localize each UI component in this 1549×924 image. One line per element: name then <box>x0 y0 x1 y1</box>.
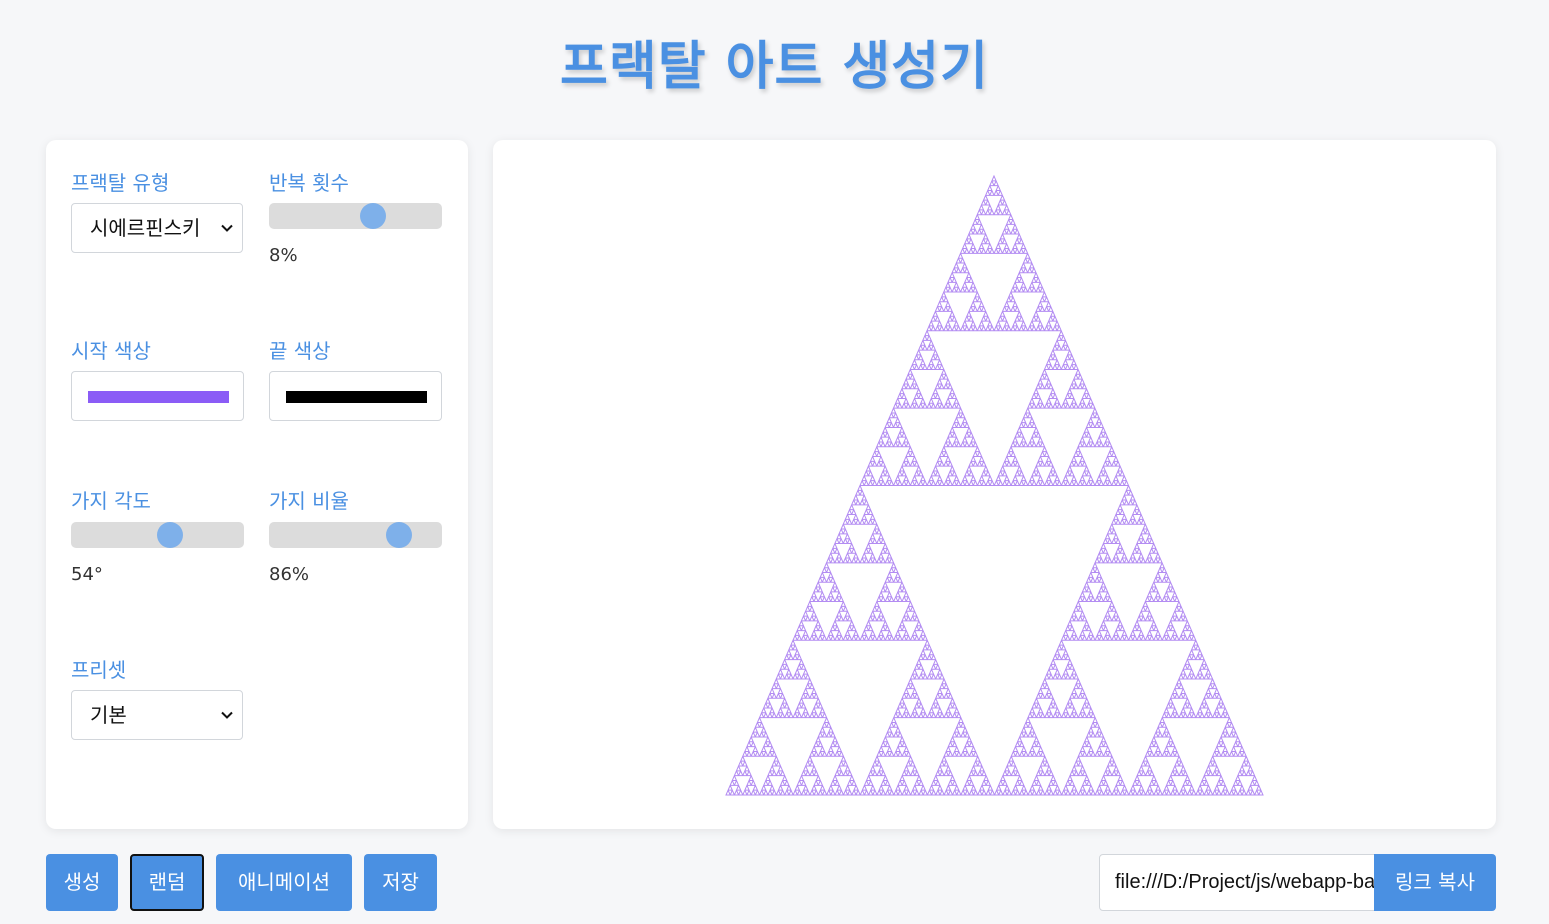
fractal-type-label: 프랙탈 유형 <box>71 171 170 195</box>
end-color-picker[interactable] <box>269 371 442 421</box>
iterations-slider-thumb[interactable] <box>359 203 386 229</box>
animation-button[interactable]: 애니메이션 <box>216 854 352 911</box>
preset-select[interactable]: 기본 <box>71 690 243 740</box>
random-button[interactable]: 랜덤 <box>130 854 204 911</box>
control-panel: 프랙탈 유형 시에르핀스키 반복 횟수 8% 시작 색상 끝 색상 가지 각도 … <box>46 140 468 829</box>
fractal-type-select[interactable]: 시에르핀스키 <box>71 203 243 253</box>
iterations-value: 8% <box>269 245 298 266</box>
branch-ratio-label: 가지 비율 <box>269 489 349 513</box>
branch-angle-label: 가지 각도 <box>71 489 151 513</box>
iterations-slider[interactable] <box>269 203 442 229</box>
sierpinski-fractal <box>725 174 1264 796</box>
page-title: 프랙탈 아트 생성기 <box>560 37 989 97</box>
fractal-type-value: 시에르핀스키 <box>90 216 201 240</box>
branch-angle-slider-thumb[interactable] <box>156 522 183 548</box>
branch-angle-value: 54° <box>71 564 103 585</box>
branch-ratio-slider[interactable] <box>269 522 442 548</box>
copy-link-button[interactable]: 링크 복사 <box>1374 854 1496 911</box>
start-color-picker[interactable] <box>71 371 244 421</box>
save-button[interactable]: 저장 <box>364 854 437 911</box>
branch-angle-slider[interactable] <box>71 522 244 548</box>
chevron-down-icon <box>221 711 233 719</box>
branch-ratio-value: 86% <box>269 564 310 585</box>
start-color-label: 시작 색상 <box>71 339 151 363</box>
end-color-label: 끝 색상 <box>269 339 331 363</box>
generate-button[interactable]: 생성 <box>46 854 118 911</box>
branch-ratio-slider-thumb[interactable] <box>385 522 412 548</box>
fractal-triangles <box>725 174 1264 796</box>
preset-value: 기본 <box>90 703 127 727</box>
end-color-swatch <box>286 391 427 403</box>
share-link-input[interactable]: file:///D:/Project/js/webapp-bakery/inde… <box>1099 854 1375 911</box>
chevron-down-icon <box>221 224 233 232</box>
start-color-swatch <box>88 391 229 403</box>
iterations-label: 반복 횟수 <box>269 171 349 195</box>
fractal-canvas[interactable] <box>493 140 1496 829</box>
preset-label: 프리셋 <box>71 658 127 682</box>
